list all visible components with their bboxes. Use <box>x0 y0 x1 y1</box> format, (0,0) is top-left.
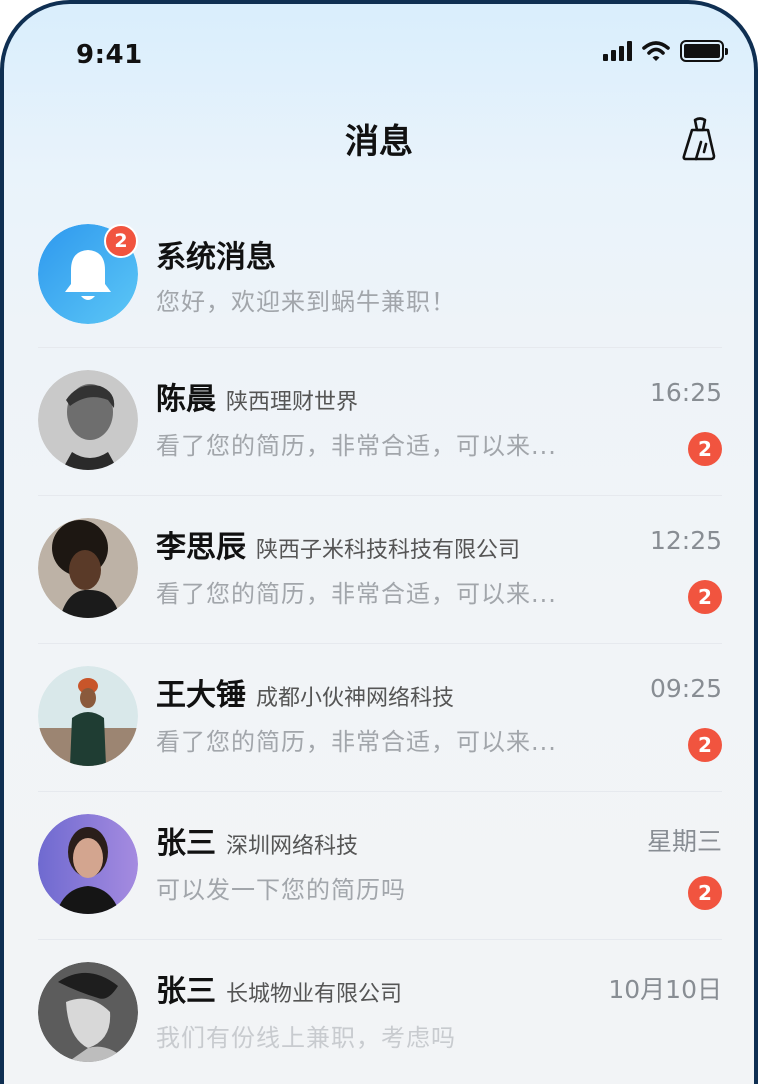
message-preview: 您好，欢迎来到蜗牛兼职！ <box>156 288 456 316</box>
message-list: 2 系统消息 您好，欢迎来到蜗牛兼职！ 陈晨 陕西理财世界 看了您的简历，非常合适… <box>38 214 722 1084</box>
company-name: 陕西子米科技科技有限公司 <box>256 538 521 563</box>
avatar <box>38 962 138 1062</box>
unread-badge: 2 <box>104 224 138 258</box>
contact-name: 张三 深圳网络科技 <box>156 826 359 861</box>
message-time: 09:25 <box>649 674 722 703</box>
unread-badge: 2 <box>688 580 722 614</box>
list-item-conversation[interactable]: 张三 长城物业有限公司 我们有份线上兼职，考虑吗 10月10日 <box>38 940 722 1084</box>
unread-badge: 2 <box>688 728 722 762</box>
list-item-conversation[interactable]: 李思辰 陕西子米科技科技有限公司 看了您的简历，非常合适，可以来... 12:25… <box>38 496 722 644</box>
message-preview: 我们有份线上兼职，考虑吗 <box>156 1024 456 1052</box>
contact-name: 李思辰 陕西子米科技科技有限公司 <box>156 530 521 565</box>
contact-name: 系统消息 <box>156 240 276 275</box>
company-name: 长城物业有限公司 <box>226 982 403 1007</box>
list-item-conversation[interactable]: 王大锤 成都小伙神网络科技 看了您的简历，非常合适，可以来... 09:25 2 <box>38 644 722 792</box>
message-preview: 看了您的简历，非常合适，可以来... <box>156 580 557 608</box>
message-preview: 可以发一下您的简历吗 <box>156 876 406 904</box>
message-time: 12:25 <box>649 526 722 555</box>
contact-name: 张三 长城物业有限公司 <box>156 974 403 1009</box>
status-bar: 9:41 <box>4 4 754 104</box>
unread-badge: 2 <box>688 432 722 466</box>
unread-badge: 2 <box>688 876 722 910</box>
broom-icon[interactable] <box>680 116 720 162</box>
message-time: 16:25 <box>649 378 722 407</box>
list-item-conversation[interactable]: 陈晨 陕西理财世界 看了您的简历，非常合适，可以来... 16:25 2 <box>38 348 722 496</box>
company-name: 陕西理财世界 <box>226 390 359 415</box>
avatar <box>38 814 138 914</box>
contact-name: 陈晨 陕西理财世界 <box>156 382 359 417</box>
message-preview: 看了您的简历，非常合适，可以来... <box>156 432 557 460</box>
avatar <box>38 370 138 470</box>
wifi-icon <box>642 41 670 61</box>
phone-frame: 9:41 消息 2 系统消息 您好，欢迎来到蜗牛兼职！ 陈晨 陕西理财世界 看了… <box>0 0 758 1084</box>
status-icons <box>603 40 728 62</box>
list-item-system-message[interactable]: 2 系统消息 您好，欢迎来到蜗牛兼职！ <box>38 214 722 348</box>
messages-screen: 9:41 消息 2 系统消息 您好，欢迎来到蜗牛兼职！ 陈晨 陕西理财世界 看了… <box>4 4 754 1084</box>
list-item-conversation[interactable]: 张三 深圳网络科技 可以发一下您的简历吗 星期三 2 <box>38 792 722 940</box>
cellular-signal-icon <box>603 41 632 61</box>
page-title: 消息 <box>345 122 413 162</box>
message-time: 星期三 <box>646 827 722 856</box>
contact-name: 王大锤 成都小伙神网络科技 <box>156 678 455 713</box>
message-time: 10月10日 <box>608 975 722 1004</box>
avatar <box>38 666 138 766</box>
avatar <box>38 518 138 618</box>
company-name: 成都小伙神网络科技 <box>256 686 455 711</box>
status-time: 9:41 <box>76 40 143 70</box>
message-preview: 看了您的简历，非常合适，可以来... <box>156 728 557 756</box>
company-name: 深圳网络科技 <box>226 834 359 859</box>
battery-icon <box>680 40 728 62</box>
